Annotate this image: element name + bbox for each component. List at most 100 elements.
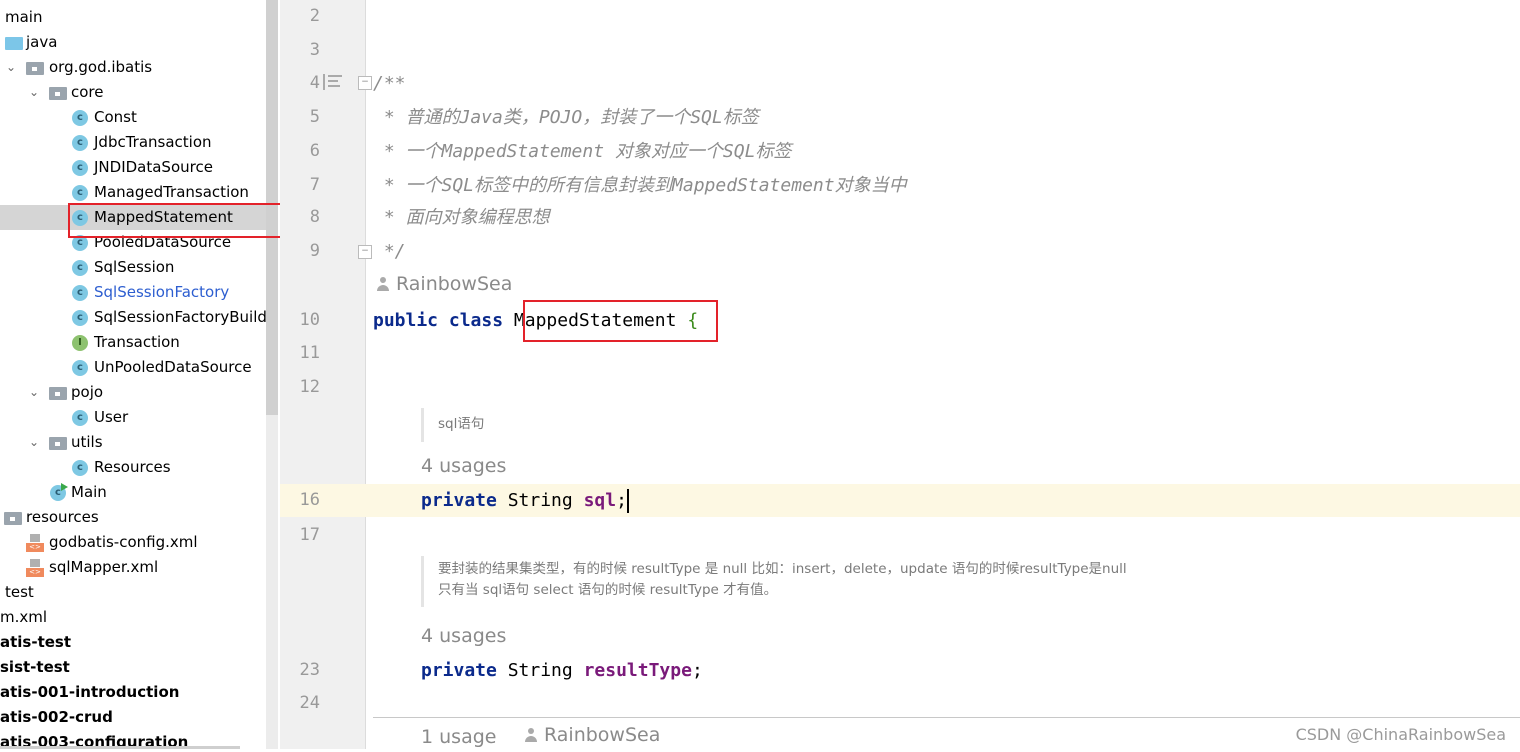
tree-item-label: SqlSession — [94, 258, 175, 276]
class-icon: c — [72, 185, 88, 201]
rendered-doc-sql: sql语句 — [421, 408, 484, 442]
tree-item-jndidatasource[interactable]: c JNDIDataSource — [0, 155, 266, 180]
tree-item-resources[interactable]: c Resources — [0, 455, 266, 480]
run-marker-icon — [61, 483, 68, 491]
tree-item-main[interactable]: main — [0, 5, 266, 30]
tree-item-test[interactable]: test — [0, 580, 266, 605]
tree-item-label: m.xml — [0, 608, 48, 626]
chevron-down-icon[interactable]: ⌄ — [29, 80, 39, 105]
line-number: 9 — [309, 241, 320, 261]
person-icon — [524, 728, 538, 742]
line-number: 11 — [299, 343, 320, 363]
tree-item-resources[interactable]: resources — [0, 505, 266, 530]
watermark: CSDN @ChinaRainbowSea — [1295, 725, 1506, 744]
tree-item-label: pojo — [71, 383, 104, 401]
fold-icon[interactable]: − — [358, 76, 372, 90]
class-icon: c — [72, 260, 88, 276]
class-icon: c — [72, 110, 88, 126]
fold-icon[interactable]: − — [358, 245, 372, 259]
interface-icon: I — [72, 335, 88, 351]
tree-item-core[interactable]: ⌄ core — [0, 80, 266, 105]
tree-item-label: sist-test — [0, 658, 70, 676]
tree-item-label: atis-002-crud — [0, 708, 113, 726]
tree-item-atis-test[interactable]: atis-test — [0, 630, 266, 655]
tree-item-label: resources — [26, 508, 99, 526]
keyword: public — [373, 310, 439, 331]
tree-item-atis-001-introduction[interactable]: atis-001-introduction — [0, 680, 266, 705]
tree-item-sqlsessionfactory[interactable]: c SqlSessionFactory — [0, 280, 266, 305]
tree-item-user[interactable]: c User — [0, 405, 266, 430]
semicolon: ; — [616, 490, 627, 511]
method-separator — [373, 717, 1520, 718]
tree-item-label: JdbcTransaction — [94, 133, 212, 151]
tree-item-managedtransaction[interactable]: c ManagedTransaction — [0, 180, 266, 205]
javadoc-line: * 一个SQL标签中的所有信息封装到MappedStatement对象当中 — [373, 175, 907, 196]
tree-item-utils[interactable]: ⌄ utils — [0, 430, 266, 455]
class-icon: c — [72, 460, 88, 476]
tree-item-label: JNDIDataSource — [94, 158, 213, 176]
package-icon — [49, 437, 67, 450]
tree-item-main[interactable]: c Main — [0, 480, 266, 505]
tree-item-label: utils — [71, 433, 103, 451]
line-number: 16 — [299, 490, 320, 510]
keyword: private — [421, 660, 497, 681]
tree-item-label: atis-test — [0, 633, 72, 651]
usages-hint[interactable]: 1 usage — [421, 722, 496, 752]
type: String — [507, 490, 573, 511]
tree-item-java[interactable]: java — [0, 30, 266, 55]
class-icon: c — [72, 285, 88, 301]
project-tree: main java ⌄ org.god.ibatis ⌄ core c Const c JdbcT… — [0, 0, 266, 749]
tree-item-label: sqlMapper.xml — [49, 558, 159, 576]
javadoc-line: * 一个MappedStatement 对象对应一个SQL标签 — [373, 141, 792, 162]
line-number: 24 — [299, 693, 320, 713]
tree-item-m-xml[interactable]: m.xml — [0, 605, 266, 630]
line-number: 12 — [299, 377, 320, 397]
tree-item-const[interactable]: c Const — [0, 105, 266, 130]
chevron-down-icon[interactable]: ⌄ — [29, 430, 39, 455]
line-number: 8 — [309, 207, 320, 227]
chevron-down-icon[interactable]: ⌄ — [29, 380, 39, 405]
tree-item-label: Transaction — [94, 333, 180, 351]
doc-line: 要封装的结果集类型，有的时候 resultType 是 null 比如：inse… — [438, 561, 1127, 577]
javadoc-line: /** — [373, 73, 406, 94]
person-icon — [376, 277, 390, 291]
tree-item-org-god-ibatis[interactable]: ⌄ org.god.ibatis — [0, 55, 266, 80]
tree-highlight-box — [68, 203, 283, 238]
line-number: 4 — [309, 73, 320, 93]
line-number: 2 — [309, 6, 320, 26]
line-number: 3 — [309, 40, 320, 60]
tree-item-jdbctransaction[interactable]: c JdbcTransaction — [0, 130, 266, 155]
field-name: sql — [583, 490, 617, 511]
class-icon: c — [72, 310, 88, 326]
class-author-hint[interactable]: RainbowSea — [376, 273, 512, 295]
author-name: RainbowSea — [396, 273, 513, 295]
member-author-hint[interactable]: RainbowSea — [524, 724, 660, 746]
tree-item-label: User — [94, 408, 129, 426]
tree-item-sqlsessionfactorybuilder[interactable]: c SqlSessionFactoryBuilder — [0, 305, 266, 330]
line-number: 5 — [309, 107, 320, 127]
line-number: 6 — [309, 141, 320, 161]
field-resulttype: private String resultType; — [421, 654, 703, 687]
class-name-highlight-box — [523, 300, 718, 342]
tree-item-sqlsession[interactable]: c SqlSession — [0, 255, 266, 280]
tree-item-pojo[interactable]: ⌄ pojo — [0, 380, 266, 405]
line-number: 7 — [309, 175, 320, 195]
class-icon: c — [72, 360, 88, 376]
tree-item-sist-test[interactable]: sist-test — [0, 655, 266, 680]
usages-hint[interactable]: 4 usages — [421, 451, 506, 481]
chevron-down-icon[interactable]: ⌄ — [6, 55, 16, 80]
class-icon: c — [72, 135, 88, 151]
toggle-rendered-doc-icon[interactable] — [323, 74, 343, 90]
tree-item-unpooleddatasource[interactable]: c UnPooledDataSource — [0, 355, 266, 380]
usages-hint[interactable]: 4 usages — [421, 621, 506, 651]
tree-item-atis-002-crud[interactable]: atis-002-crud — [0, 705, 266, 730]
keyword: class — [448, 310, 504, 331]
tree-item-sqlmapper-xml[interactable]: <> sqlMapper.xml — [0, 555, 266, 580]
line-number: 23 — [299, 660, 320, 680]
tree-item-transaction[interactable]: I Transaction — [0, 330, 266, 355]
package-icon — [49, 87, 67, 100]
xml-file-icon: <> — [26, 559, 44, 577]
tree-item-label: main — [5, 8, 43, 26]
tree-item-label: test — [5, 583, 34, 601]
tree-item-godbatis-config-xml[interactable]: <> godbatis-config.xml — [0, 530, 266, 555]
